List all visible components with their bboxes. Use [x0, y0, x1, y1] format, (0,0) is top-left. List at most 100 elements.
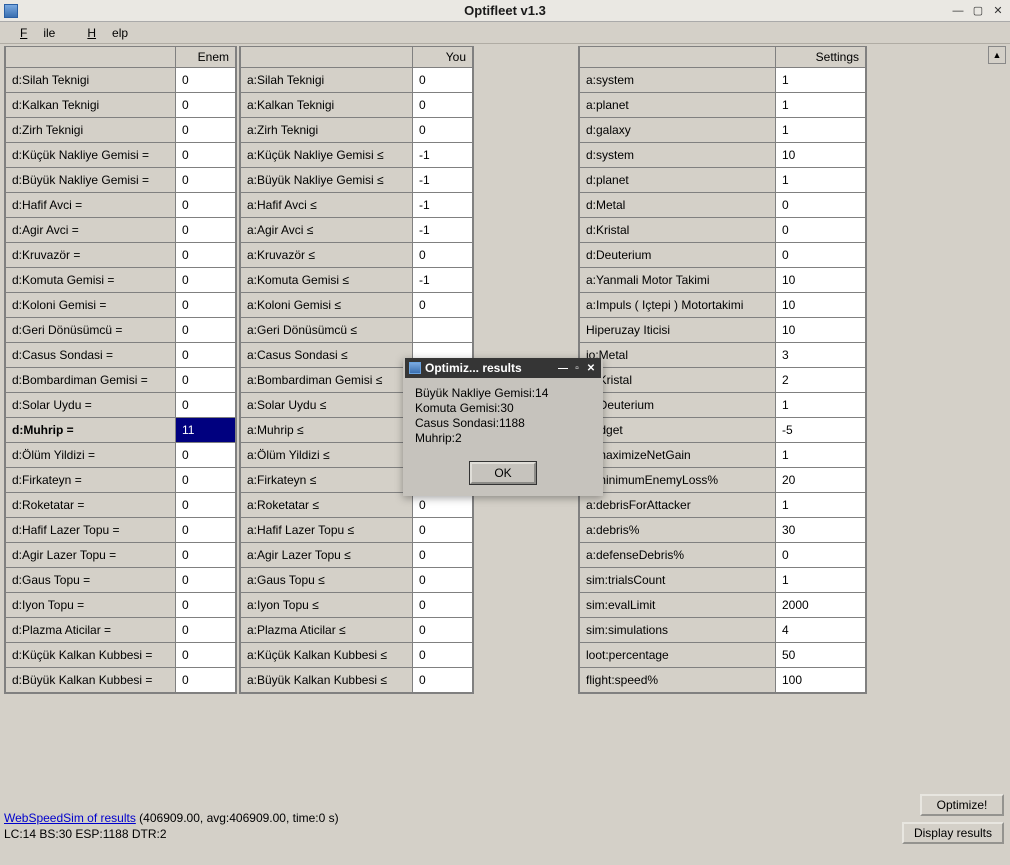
row-value[interactable]: 2000 [776, 593, 866, 618]
maximize-icon[interactable]: ▢ [970, 4, 986, 18]
table-row[interactable]: sim:evalLimit2000 [580, 593, 866, 618]
table-row[interactable]: d:Kristal0 [580, 218, 866, 243]
row-value[interactable]: 0 [176, 68, 236, 93]
row-value[interactable]: 3 [776, 343, 866, 368]
row-value[interactable]: -1 [413, 218, 473, 243]
row-value[interactable]: 2 [776, 368, 866, 393]
table-row[interactable]: Hiperuzay Iticisi10 [580, 318, 866, 343]
row-value[interactable]: 0 [413, 518, 473, 543]
dialog-minimize-icon[interactable]: — [557, 362, 569, 374]
table-row[interactable]: a:Komuta Gemisi ≤-1 [241, 268, 473, 293]
table-row[interactable]: d:Büyük Nakliye Gemisi =0 [6, 168, 236, 193]
table-row[interactable]: d:Agir Avci =0 [6, 218, 236, 243]
row-value[interactable]: 0 [176, 593, 236, 618]
row-value[interactable]: 0 [413, 543, 473, 568]
table-row[interactable]: d:system10 [580, 143, 866, 168]
row-value[interactable]: 30 [776, 518, 866, 543]
row-value[interactable]: 10 [776, 268, 866, 293]
table-row[interactable]: sim:simulations4 [580, 618, 866, 643]
row-value[interactable]: 0 [176, 443, 236, 468]
row-value[interactable]: 11 [176, 418, 236, 443]
dialog-maximize-icon[interactable]: ▫ [571, 362, 583, 374]
table-row[interactable]: a:Agir Lazer Topu ≤0 [241, 543, 473, 568]
row-value[interactable]: 4 [776, 618, 866, 643]
table-row[interactable]: d:Bombardiman Gemisi =0 [6, 368, 236, 393]
table-row[interactable]: a:system1 [580, 68, 866, 93]
row-value[interactable]: -1 [413, 193, 473, 218]
table-row[interactable]: a:Hafif Avci ≤-1 [241, 193, 473, 218]
dialog-title-bar[interactable]: Optimiz... results — ▫ ✕ [405, 358, 601, 378]
row-value[interactable]: 0 [413, 493, 473, 518]
row-value[interactable]: 0 [176, 118, 236, 143]
table-row[interactable]: flight:speed%100 [580, 668, 866, 693]
row-value[interactable]: 0 [176, 393, 236, 418]
row-value[interactable]: -1 [413, 268, 473, 293]
table-row[interactable]: d:Iyon Topu =0 [6, 593, 236, 618]
settings-table[interactable]: Settingsa:system1a:planet1d:galaxy1d:sys… [578, 46, 867, 694]
table-row[interactable]: loot:percentage50 [580, 643, 866, 668]
row-value[interactable]: 0 [776, 243, 866, 268]
row-value[interactable]: -1 [413, 143, 473, 168]
table-row[interactable]: d:Koloni Gemisi =0 [6, 293, 236, 318]
row-value[interactable]: 0 [176, 493, 236, 518]
table-row[interactable]: a:debris%30 [580, 518, 866, 543]
enemy-table[interactable]: Enemd:Silah Teknigi0d:Kalkan Teknigi0d:Z… [4, 46, 237, 694]
row-value[interactable]: 0 [176, 368, 236, 393]
row-value[interactable]: -5 [776, 418, 866, 443]
table-row[interactable]: a:Iyon Topu ≤0 [241, 593, 473, 618]
row-value[interactable]: 0 [176, 668, 236, 693]
table-row[interactable]: d:Agir Lazer Topu =0 [6, 543, 236, 568]
row-value[interactable]: -1 [413, 168, 473, 193]
row-value[interactable]: 10 [776, 293, 866, 318]
row-value[interactable]: 1 [776, 93, 866, 118]
table-row[interactable]: d:Roketatar =0 [6, 493, 236, 518]
table-row[interactable]: d:Silah Teknigi0 [6, 68, 236, 93]
table-row[interactable]: io:Metal3 [580, 343, 866, 368]
row-value[interactable] [413, 318, 473, 343]
scroll-up-icon[interactable]: ▲ [988, 46, 1006, 64]
table-row[interactable]: d:planet1 [580, 168, 866, 193]
table-row[interactable]: sim:trialsCount1 [580, 568, 866, 593]
table-row[interactable]: a:Hafif Lazer Topu ≤0 [241, 518, 473, 543]
menu-help[interactable]: Help [71, 24, 144, 42]
table-row[interactable]: d:Hafif Avci =0 [6, 193, 236, 218]
row-value[interactable]: 0 [776, 218, 866, 243]
row-value[interactable]: 0 [176, 518, 236, 543]
row-value[interactable]: 0 [176, 268, 236, 293]
table-row[interactable]: a:Plazma Aticilar ≤0 [241, 618, 473, 643]
webspeedsim-link[interactable]: WebSpeedSim of results [4, 811, 136, 825]
row-value[interactable]: 20 [776, 468, 866, 493]
row-value[interactable]: 0 [176, 243, 236, 268]
table-row[interactable]: d:Ölüm Yildizi =0 [6, 443, 236, 468]
table-row[interactable]: d:Geri Dönüsümcü =0 [6, 318, 236, 343]
table-row[interactable]: a:Impuls ( Içtepi ) Motortakimi10 [580, 293, 866, 318]
table-row[interactable]: d:Firkateyn =0 [6, 468, 236, 493]
row-value[interactable]: 10 [776, 143, 866, 168]
table-row[interactable]: a:planet1 [580, 93, 866, 118]
row-value[interactable]: 1 [776, 68, 866, 93]
table-row[interactable]: d:Plazma Aticilar =0 [6, 618, 236, 643]
row-value[interactable]: 0 [413, 618, 473, 643]
row-value[interactable]: 0 [413, 118, 473, 143]
table-row[interactable]: d:Küçük Kalkan Kubbesi =0 [6, 643, 236, 668]
row-value[interactable]: 0 [776, 543, 866, 568]
table-row[interactable]: d:Deuterium0 [580, 243, 866, 268]
menu-file[interactable]: File [4, 24, 71, 42]
table-row[interactable]: d:Komuta Gemisi =0 [6, 268, 236, 293]
table-row[interactable]: d:Muhrip =11 [6, 418, 236, 443]
row-value[interactable]: 0 [176, 543, 236, 568]
table-row[interactable]: d:Kalkan Teknigi0 [6, 93, 236, 118]
table-row[interactable]: a:Büyük Kalkan Kubbesi ≤0 [241, 668, 473, 693]
row-value[interactable]: 0 [176, 618, 236, 643]
table-row[interactable]: d:galaxy1 [580, 118, 866, 143]
row-value[interactable]: 0 [776, 193, 866, 218]
table-row[interactable]: d:Casus Sondasi =0 [6, 343, 236, 368]
row-value[interactable]: 0 [176, 343, 236, 368]
close-icon[interactable]: ✕ [990, 4, 1006, 18]
row-value[interactable]: 0 [176, 318, 236, 343]
vertical-scrollbar[interactable]: ▲ [988, 46, 1006, 844]
table-row[interactable]: io:Deuterium1 [580, 393, 866, 418]
row-value[interactable]: 1 [776, 118, 866, 143]
table-row[interactable]: a:Koloni Gemisi ≤0 [241, 293, 473, 318]
row-value[interactable]: 0 [413, 643, 473, 668]
